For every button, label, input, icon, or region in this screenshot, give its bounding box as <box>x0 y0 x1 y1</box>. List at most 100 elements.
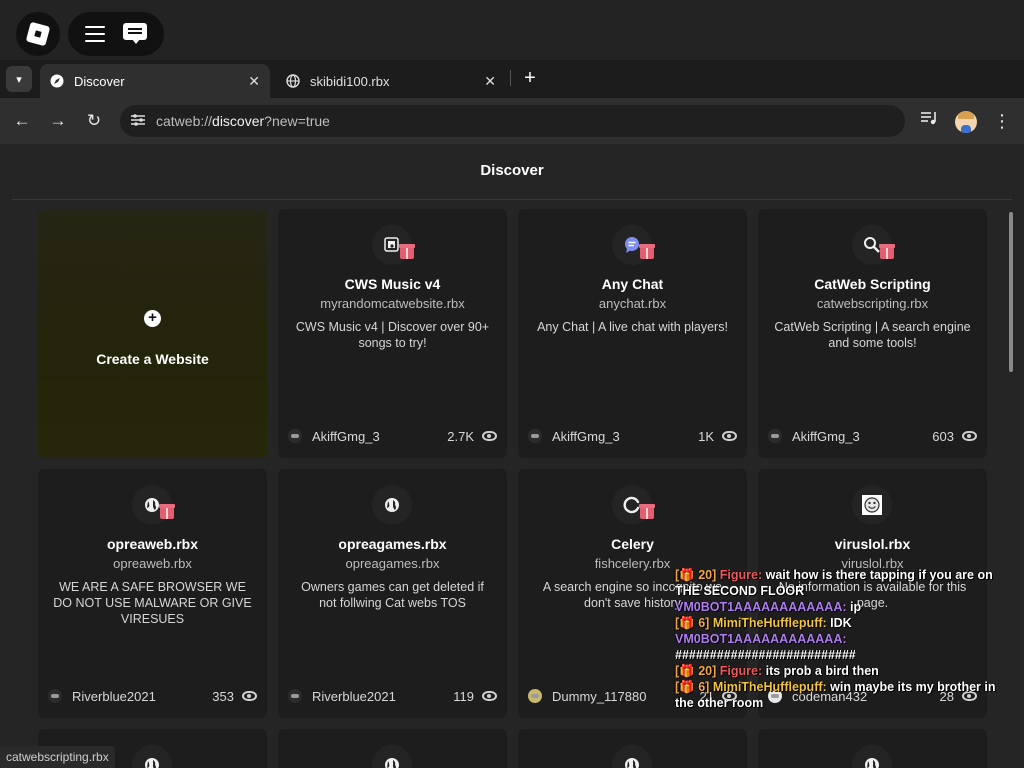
chat-username[interactable]: VM0BOT1AAAAAAAAAAAA: <box>675 600 847 614</box>
smiley-icon <box>852 485 892 525</box>
eye-icon <box>242 691 257 701</box>
site-domain: opreagames.rbx <box>345 556 440 571</box>
chat-text: ########################## <box>675 648 856 662</box>
author-avatar <box>768 429 782 443</box>
chat-username[interactable]: MimiTheHufflepuff: <box>713 680 827 694</box>
gift-icon <box>639 504 655 519</box>
tab-label: Discover <box>74 73 125 89</box>
media-queue-icon[interactable] <box>918 109 942 133</box>
site-card[interactable] <box>518 729 747 768</box>
chat-username[interactable]: MimiTheHufflepuff: <box>713 616 827 630</box>
author-name: Riverblue2021 <box>312 688 396 704</box>
roblox-topbar <box>0 0 1024 64</box>
site-footer: AkiffGmg_3 1K <box>528 427 737 445</box>
globe-icon <box>286 74 300 88</box>
globe-icon <box>132 745 172 768</box>
chat-username[interactable]: Figure: <box>720 664 762 678</box>
chat-badge: [🎁 6] <box>675 680 710 694</box>
site-title: Any Chat <box>601 276 664 292</box>
back-arrow-icon[interactable]: ← <box>10 109 34 133</box>
roblox-logo-icon <box>25 21 51 47</box>
author-avatar <box>528 689 542 703</box>
site-domain: anychat.rbx <box>598 296 667 311</box>
site-footer: Riverblue2021 119 <box>288 687 497 705</box>
more-vertical-icon[interactable]: ⋮ <box>990 109 1014 133</box>
site-card[interactable]: CWS Music v4 myrandomcatwebsite.rbx CWS … <box>278 209 507 458</box>
tab-skibidi100[interactable]: skibidi100.rbx ✕ <box>276 64 506 98</box>
site-card[interactable] <box>758 729 987 768</box>
eye-icon <box>962 431 977 441</box>
globe-icon <box>852 745 892 768</box>
scrollbar-thumb[interactable] <box>1009 212 1013 372</box>
site-footer: AkiffGmg_3 2.7K <box>288 427 497 445</box>
chat-text: ip <box>850 600 862 614</box>
gift-icon <box>159 504 175 519</box>
reload-icon[interactable]: ↻ <box>82 109 106 133</box>
tab-discover[interactable]: Discover ✕ <box>40 64 270 98</box>
gift-icon <box>399 244 415 259</box>
chevron-down-icon: ▾ <box>16 73 22 86</box>
view-count: 603 <box>932 428 954 444</box>
create-website-card[interactable]: + Create a Website <box>38 209 267 458</box>
site-description: Owners games can get deleted if not foll… <box>301 580 484 610</box>
chat-message: VM0BOT1AAAAAAAAAAAA: ip <box>675 599 1010 615</box>
chat-message: VM0BOT1AAAAAAAAAAAA: ###################… <box>675 631 1010 663</box>
gift-icon <box>879 244 895 259</box>
url-scheme: catweb:// <box>156 113 213 129</box>
author-name: Riverblue2021 <box>72 688 156 704</box>
tab-strip: ▾ Discover ✕ skibidi100.rbx ✕ <box>0 60 1024 98</box>
globe-icon <box>372 745 412 768</box>
new-tab-plus-icon[interactable]: + <box>520 66 540 90</box>
site-title: opreaweb.rbx <box>106 536 199 552</box>
url-query: ?new=true <box>264 113 330 129</box>
site-footer: Riverblue2021 353 <box>48 687 257 705</box>
chat-toggle-icon[interactable] <box>123 23 147 45</box>
close-icon[interactable]: ✕ <box>248 73 260 90</box>
chat-text: its prob a bird then <box>765 664 879 678</box>
chat-badge: [🎁 6] <box>675 616 710 630</box>
profile-avatar[interactable] <box>955 111 977 133</box>
site-card[interactable]: Any Chat anychat.rbx Any Chat | A live c… <box>518 209 747 458</box>
gift-icon <box>639 244 655 259</box>
chat-badge: [🎁 20] <box>675 568 717 582</box>
link-status-tooltip: catwebscripting.rbx <box>0 746 115 768</box>
author-avatar <box>48 689 62 703</box>
site-title: CWS Music v4 <box>344 276 441 292</box>
site-description: Any Chat | A live chat with players! <box>537 320 728 334</box>
chat-message: [🎁 20] Figure: wait how is there tapping… <box>675 567 1010 599</box>
site-settings-tune-icon[interactable] <box>120 113 156 129</box>
site-title: Celery <box>611 536 654 552</box>
site-domain: myrandomcatwebsite.rbx <box>320 296 465 311</box>
site-domain: opreaweb.rbx <box>113 556 192 571</box>
address-bar[interactable]: catweb://discover?new=true <box>120 105 905 137</box>
create-website-label: Create a Website <box>96 351 209 367</box>
chat-username[interactable]: Figure: <box>720 568 762 582</box>
compass-icon <box>50 74 64 88</box>
globe-icon <box>372 485 412 525</box>
site-description: WE ARE A SAFE BROWSER WE DO NOT USE MALW… <box>53 580 252 626</box>
site-card[interactable]: opreaweb.rbx opreaweb.rbx WE ARE A SAFE … <box>38 469 267 718</box>
forward-arrow-icon[interactable]: → <box>46 109 70 133</box>
author-avatar <box>288 689 302 703</box>
view-count: 1K <box>698 428 714 444</box>
author-avatar <box>288 429 302 443</box>
site-card[interactable]: opreagames.rbx opreagames.rbx Owners gam… <box>278 469 507 718</box>
site-card[interactable] <box>278 729 507 768</box>
eye-icon <box>482 431 497 441</box>
chat-username[interactable]: VM0BOT1AAAAAAAAAAAA: <box>675 632 847 646</box>
browser-toolbar: ← → ↻ catweb://discover?new=true ⋮ <box>0 98 1024 144</box>
tab-label: skibidi100.rbx <box>310 73 390 89</box>
hamburger-menu-icon[interactable] <box>85 26 105 42</box>
site-title: CatWeb Scripting <box>814 276 931 292</box>
tab-list-dropdown-button[interactable]: ▾ <box>6 66 32 92</box>
roblox-menu-logo-button[interactable] <box>16 12 60 56</box>
site-footer: AkiffGmg_3 603 <box>768 427 977 445</box>
close-icon[interactable]: ✕ <box>484 73 496 90</box>
site-card[interactable]: CatWeb Scripting catwebscripting.rbx Cat… <box>758 209 987 458</box>
tab-divider <box>510 70 511 86</box>
site-domain: catwebscripting.rbx <box>816 296 929 311</box>
site-title: opreagames.rbx <box>338 536 447 552</box>
page-title: Discover <box>480 162 544 179</box>
chat-badge: [🎁 20] <box>675 664 717 678</box>
author-name: AkiffGmg_3 <box>552 428 620 444</box>
